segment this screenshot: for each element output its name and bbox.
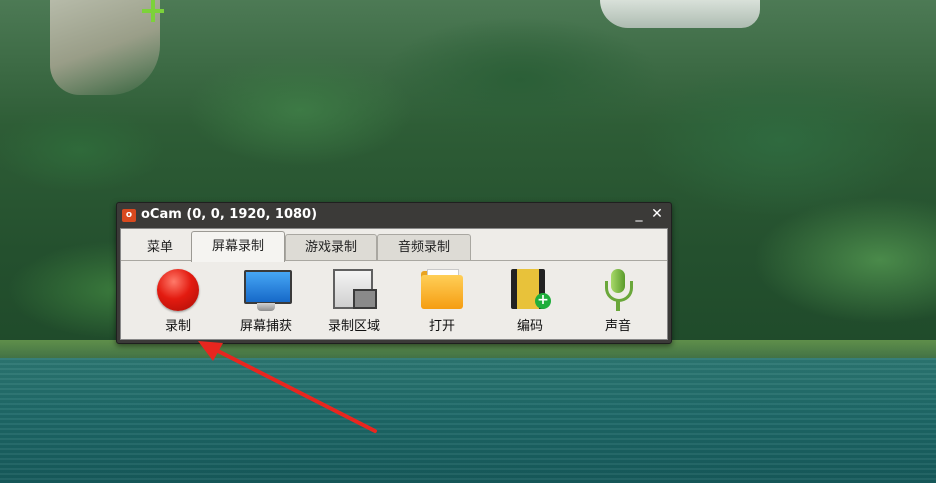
toolbar: 录制 屏幕捕获 录制区域 打开 + 编码 声音 [121, 263, 667, 337]
screen-capture-label: 屏幕捕获 [239, 319, 292, 334]
window-body: 菜单 屏幕录制 游戏录制 音频录制 录制 屏幕捕获 录制区域 打开 + 编码 声… [120, 228, 668, 340]
record-button[interactable]: 录制 [139, 265, 217, 337]
crosshair-cursor-icon [142, 0, 164, 22]
open-button[interactable]: 打开 [403, 265, 481, 337]
minimize-button[interactable]: _ [631, 205, 647, 223]
microphone-icon [595, 267, 641, 313]
record-icon [155, 267, 201, 313]
title-bar[interactable]: o oCam (0, 0, 1920, 1080) _ ✕ [117, 203, 671, 227]
record-label: 录制 [164, 319, 191, 334]
screen-capture-button[interactable]: 屏幕捕获 [227, 265, 305, 337]
monitor-icon [243, 267, 292, 313]
tab-game-record[interactable]: 游戏录制 [285, 234, 377, 261]
close-button[interactable]: ✕ [649, 205, 665, 223]
codec-film-icon: + [507, 267, 553, 313]
codec-label: 编码 [516, 319, 543, 334]
sound-button[interactable]: 声音 [579, 265, 657, 337]
folder-icon [419, 267, 465, 313]
window-title: oCam (0, 0, 1920, 1080) [141, 207, 318, 222]
tab-screen-record[interactable]: 屏幕录制 [191, 231, 285, 262]
codec-button[interactable]: + 编码 [491, 265, 569, 337]
tab-menu[interactable]: 菜单 [129, 234, 191, 261]
lake-scenery [0, 358, 936, 483]
ocam-window: o oCam (0, 0, 1920, 1080) _ ✕ 菜单 屏幕录制 游戏… [116, 202, 672, 344]
tab-audio-record[interactable]: 音频录制 [377, 234, 471, 261]
open-label: 打开 [428, 319, 455, 334]
record-area-icon [331, 267, 377, 313]
tab-bar: 菜单 屏幕录制 游戏录制 音频录制 [121, 229, 667, 262]
record-area-label: 录制区域 [327, 319, 380, 334]
record-area-button[interactable]: 录制区域 [315, 265, 393, 337]
ocam-logo-icon: o [122, 209, 136, 222]
mist-scenery [600, 0, 760, 28]
sound-label: 声音 [604, 319, 631, 334]
